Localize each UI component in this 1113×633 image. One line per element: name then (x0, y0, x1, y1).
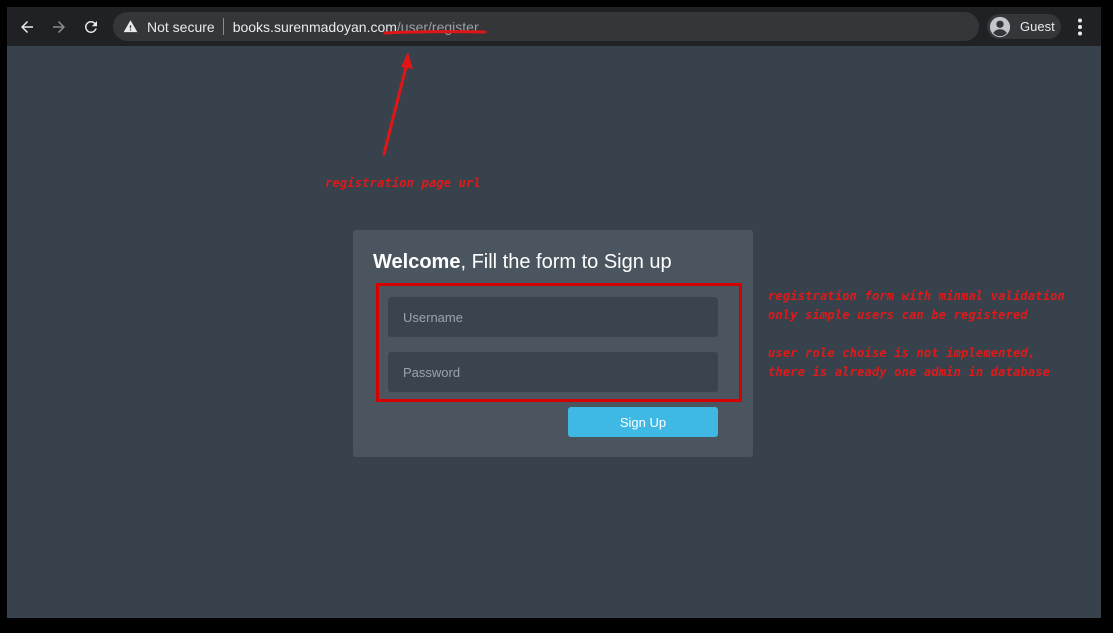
form-title-rest: , Fill the form to Sign up (460, 251, 672, 273)
arrow-left-icon (21, 21, 33, 33)
profile-label: Guest (1020, 19, 1055, 34)
annotation-form-note-4: there is already one admin in database (768, 365, 1051, 379)
password-input[interactable] (388, 352, 718, 392)
warning-triangle-icon (123, 20, 138, 33)
forward-button[interactable] (46, 14, 72, 40)
annotation-form-note-1: registration form with minmal validation (768, 289, 1065, 303)
back-button[interactable] (14, 14, 40, 40)
annotation-arrow-line (382, 61, 409, 156)
reload-icon (84, 20, 97, 33)
signup-card: Welcome, Fill the form to Sign up Sign U… (353, 230, 753, 457)
username-input[interactable] (388, 297, 718, 337)
address-bar[interactable]: Not secure books.surenmadoyan.com/user/r… (113, 12, 979, 41)
url-path: /user/register (396, 18, 479, 35)
reload-button[interactable] (78, 14, 104, 40)
form-title-strong: Welcome (373, 251, 461, 273)
sign-up-button[interactable]: Sign Up (568, 407, 718, 437)
browser-toolbar: Not secure books.surenmadoyan.com/user/r… (7, 7, 1101, 46)
annotation-url-label: registration page url (325, 176, 481, 190)
vertical-dots-icon (1078, 18, 1082, 36)
arrow-right-icon (53, 21, 65, 33)
browser-menu-button[interactable] (1069, 15, 1091, 39)
annotation-form-note-3: user role choise is not implemented, (768, 346, 1036, 360)
form-title: Welcome, Fill the form to Sign up (373, 251, 672, 274)
profile-button[interactable]: Guest (987, 14, 1061, 39)
omnibox-divider (222, 18, 224, 35)
url-text[interactable]: books.surenmadoyan.com/user/register (233, 19, 479, 35)
account-circle-icon (989, 16, 1011, 37)
annotation-arrow-head (401, 52, 413, 69)
annotation-form-note-2: only simple users can be registered (768, 308, 1028, 322)
security-indicator[interactable]: Not secure (113, 12, 215, 41)
browser-window: Not secure books.surenmadoyan.com/user/r… (7, 7, 1101, 618)
url-host: books.surenmadoyan.com (232, 18, 397, 35)
security-label: Not secure (147, 18, 215, 35)
